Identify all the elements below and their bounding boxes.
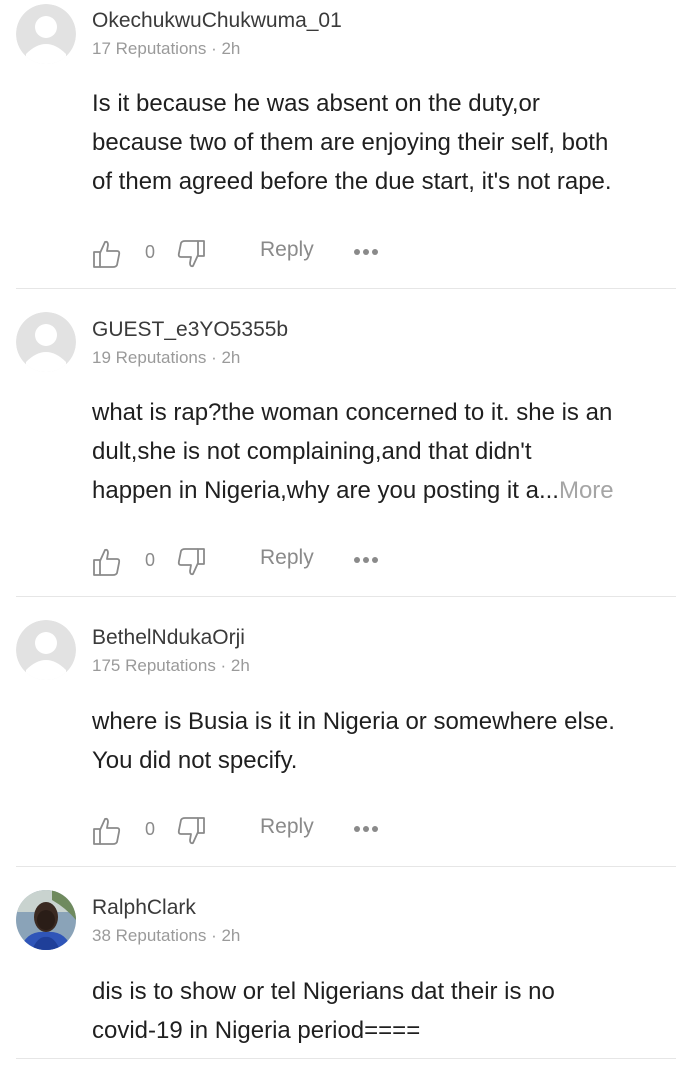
user-photo-avatar[interactable] xyxy=(16,890,76,950)
comment-meta: 38 Reputations · 2h xyxy=(92,926,241,945)
comment-item: RalphClark 38 Reputations · 2h dis is to… xyxy=(0,0,690,1065)
comment-line: covid-19 in Nigeria period==== xyxy=(92,1017,421,1044)
comment-line: dis is to show or tel Nigerians dat thei… xyxy=(92,978,555,1005)
comment-body: dis is to show or tel Nigerians dat thei… xyxy=(92,972,682,1050)
comment-username[interactable]: RalphClark xyxy=(92,896,196,920)
divider xyxy=(16,1058,676,1059)
